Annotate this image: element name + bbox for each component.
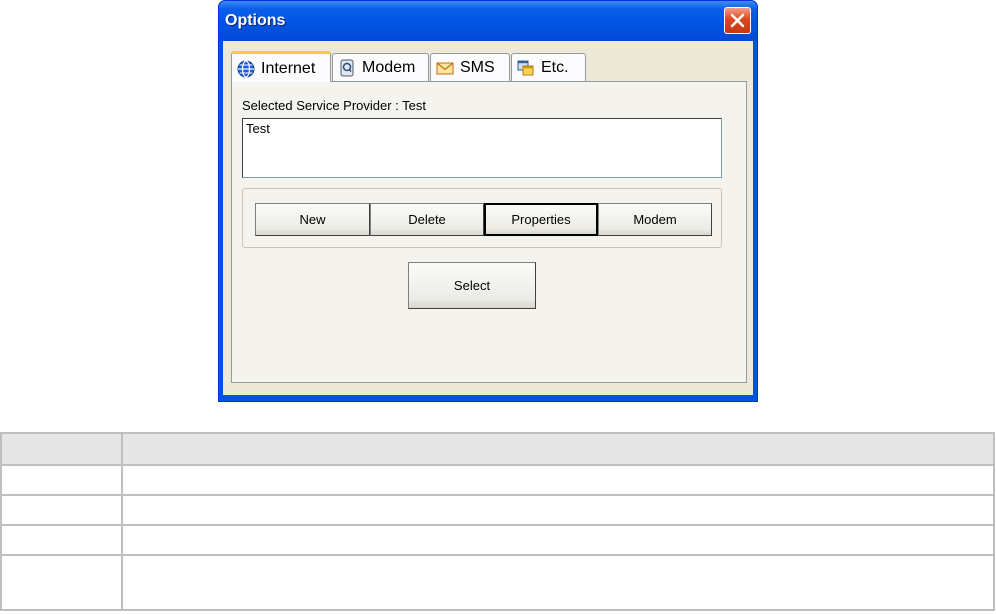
- properties-button[interactable]: Properties: [484, 203, 598, 236]
- table-cell: [0, 554, 123, 611]
- table-header-cell: [0, 432, 123, 466]
- provider-listbox[interactable]: Test: [242, 118, 722, 178]
- table-row: [0, 464, 995, 496]
- close-icon: [730, 13, 745, 28]
- table-row: [0, 524, 995, 556]
- modem-icon: [340, 59, 354, 76]
- dialog-client: Internet Modem SMS Etc. Selected Service…: [223, 41, 753, 395]
- internet-tab-panel: Selected Service Provider : Test Test Ne…: [231, 81, 747, 383]
- tab-etc[interactable]: Etc.: [511, 53, 586, 81]
- selected-provider-label: Selected Service Provider : Test: [242, 98, 427, 113]
- table-cell: [121, 554, 995, 611]
- envelope-icon: [436, 62, 454, 74]
- table-row: [0, 554, 995, 611]
- table-cell: [121, 494, 995, 526]
- delete-button[interactable]: Delete: [370, 203, 484, 236]
- windows-icon: [517, 60, 534, 75]
- description-table: [0, 432, 995, 611]
- title-bar[interactable]: Options: [219, 1, 757, 41]
- close-button[interactable]: [724, 7, 751, 34]
- globe-icon: [237, 60, 255, 78]
- modem-button[interactable]: Modem: [598, 203, 712, 236]
- table-cell: [0, 464, 123, 496]
- window-title: Options: [225, 12, 286, 29]
- table-cell: [0, 524, 123, 556]
- tab-modem[interactable]: Modem: [332, 53, 429, 81]
- provider-actions-group: New Delete Properties Modem: [242, 188, 722, 248]
- table-header-row: [0, 432, 995, 466]
- provider-list-item[interactable]: Test: [246, 121, 270, 136]
- tab-sms-label: SMS: [460, 58, 495, 76]
- tab-sms[interactable]: SMS: [430, 53, 510, 81]
- new-button[interactable]: New: [255, 203, 370, 236]
- table-cell: [0, 494, 123, 526]
- tab-internet-label: Internet: [261, 60, 316, 77]
- select-button[interactable]: Select: [408, 262, 536, 309]
- tab-internet[interactable]: Internet: [231, 51, 331, 82]
- table-header-cell: [121, 432, 995, 466]
- tab-modem-label: Modem: [362, 58, 416, 76]
- table-cell: [121, 524, 995, 556]
- table-cell: [121, 464, 995, 496]
- options-dialog: Options Internet Modem SMS Etc. Selected…: [218, 0, 758, 402]
- tab-etc-label: Etc.: [541, 58, 569, 76]
- table-row: [0, 494, 995, 526]
